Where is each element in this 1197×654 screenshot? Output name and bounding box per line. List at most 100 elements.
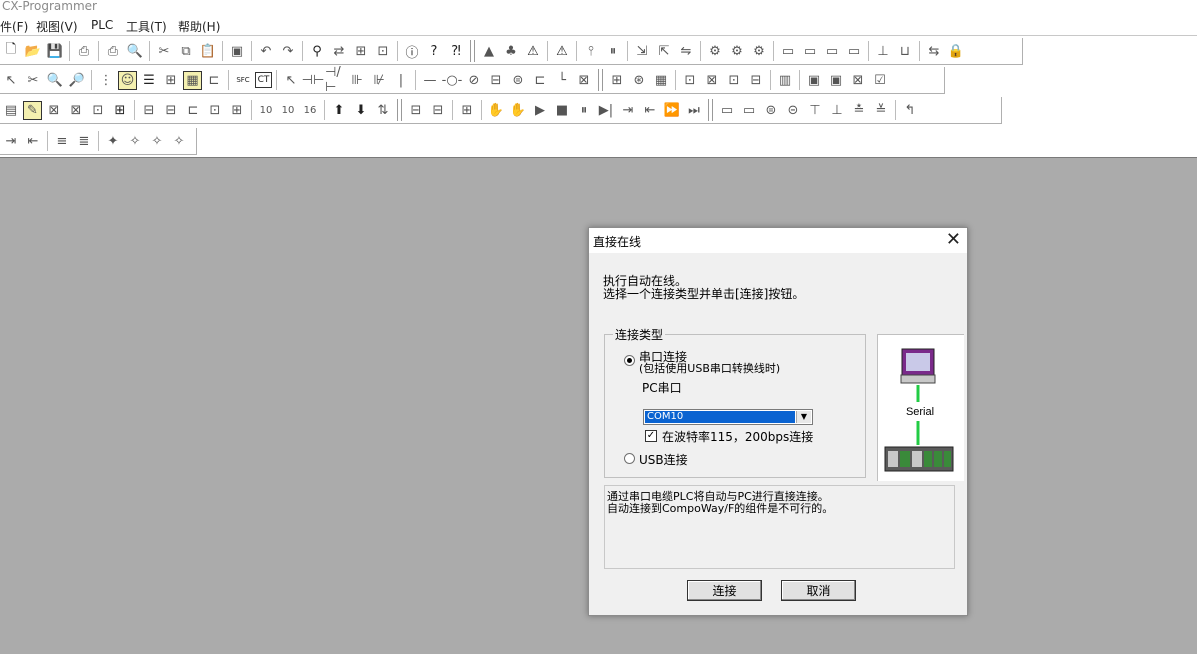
menu-tools[interactable]: 工具(T) bbox=[126, 18, 167, 35]
usb-connection-label[interactable]: USB连接 bbox=[639, 451, 688, 468]
cut-icon[interactable]: ✂ bbox=[154, 41, 174, 61]
outdent-icon[interactable]: ⇤ bbox=[23, 131, 43, 151]
paste-special-icon[interactable]: ▣ bbox=[227, 41, 247, 61]
toolbar-grip[interactable] bbox=[470, 40, 475, 62]
run-icon[interactable]: ▶ bbox=[530, 100, 550, 120]
zoom-out-icon[interactable]: 🔎 bbox=[67, 70, 87, 90]
sfc-icon[interactable]: SFC bbox=[233, 70, 253, 90]
properties-icon[interactable]: ⊞ bbox=[110, 100, 130, 120]
indent-icon[interactable]: ⇥ bbox=[1, 131, 21, 151]
compare-icon[interactable]: ⇋ bbox=[676, 41, 696, 61]
transfer-to-plc-icon[interactable]: ⇲ bbox=[632, 41, 652, 61]
instruction-icon[interactable]: ⊟ bbox=[486, 70, 506, 90]
step-in-icon[interactable]: ⇥ bbox=[618, 100, 638, 120]
help-icon[interactable]: ? bbox=[424, 41, 444, 61]
connect-button[interactable]: 连接 bbox=[687, 580, 762, 601]
delete-line-icon[interactable]: ⊠ bbox=[574, 70, 594, 90]
download-icon[interactable]: ⬇ bbox=[351, 100, 371, 120]
pc-port-dropdown[interactable]: COM10 ▼ bbox=[643, 409, 813, 425]
rung-annotation-icon[interactable]: ⊞ bbox=[161, 70, 181, 90]
bookmark-icon[interactable]: ⊏ bbox=[183, 100, 203, 120]
simulate-icon[interactable]: ♣ bbox=[501, 41, 521, 61]
auto-online-icon[interactable]: ⚠ bbox=[552, 41, 572, 61]
simulation-settings-icon[interactable]: ⊟ bbox=[428, 100, 448, 120]
distribute-icon[interactable]: ≚ bbox=[871, 100, 891, 120]
instruction-or-icon[interactable]: ⊜ bbox=[508, 70, 528, 90]
coil-icon[interactable]: -○- bbox=[442, 70, 463, 90]
pause-monitor-icon[interactable]: ⏸ bbox=[603, 41, 623, 61]
usb-connection-radio[interactable] bbox=[624, 453, 635, 464]
return-icon[interactable]: ↰ bbox=[900, 100, 920, 120]
clear-breakpoint-icon[interactable]: ▭ bbox=[739, 100, 759, 120]
program-icon[interactable]: ▤ bbox=[1, 100, 21, 120]
continuous-step-icon[interactable]: ⏩ bbox=[662, 100, 682, 120]
menu-plc[interactable]: PLC bbox=[91, 18, 113, 32]
memory-icon[interactable]: ▭ bbox=[844, 41, 864, 61]
cross-reference-icon[interactable]: ⊠ bbox=[702, 70, 722, 90]
save-icon[interactable]: 💾 bbox=[45, 41, 65, 61]
step-icon[interactable]: ▶| bbox=[596, 100, 616, 120]
next-bookmark-icon[interactable]: ✧ bbox=[125, 131, 145, 151]
print-icon[interactable]: ⎙ bbox=[103, 41, 123, 61]
copy-icon[interactable]: ⧉ bbox=[176, 41, 196, 61]
pause-icon[interactable]: ⏸ bbox=[574, 100, 594, 120]
force-off-icon[interactable]: ⚙ bbox=[727, 41, 747, 61]
io-comment-icon[interactable]: ⊟ bbox=[139, 100, 159, 120]
pt-icon[interactable]: ⊏ bbox=[530, 70, 550, 90]
contact-nc-icon[interactable]: ⊣/⊢ bbox=[325, 65, 345, 95]
hand-icon[interactable]: ✋ bbox=[486, 100, 506, 120]
hand-set-icon[interactable]: ✋ bbox=[508, 100, 528, 120]
st-icon[interactable]: ⊛ bbox=[629, 70, 649, 90]
chevron-down-icon[interactable]: ▼ bbox=[796, 411, 811, 423]
cancel-button[interactable]: 取消 bbox=[781, 580, 856, 601]
watch-window-icon[interactable]: ▭ bbox=[778, 41, 798, 61]
toolbar-grip[interactable] bbox=[598, 69, 603, 91]
vertical-line-icon[interactable]: | bbox=[391, 70, 411, 90]
replace-icon[interactable]: ⇄ bbox=[329, 41, 349, 61]
contact-or-icon[interactable]: ⊪ bbox=[347, 70, 367, 90]
function-block-icon[interactable]: ⊞ bbox=[607, 70, 627, 90]
menu-view[interactable]: 视图(V) bbox=[36, 18, 78, 35]
comments-icon[interactable]: ☺ bbox=[118, 70, 137, 90]
new-file-icon[interactable]: 🗋 bbox=[1, 41, 21, 61]
serial-connection-radio[interactable] bbox=[624, 355, 635, 366]
menu-file[interactable]: 件(F) bbox=[0, 18, 28, 35]
redo-icon[interactable]: ↷ bbox=[278, 41, 298, 61]
decimal-10-icon[interactable]: 10 bbox=[256, 100, 276, 120]
upload-icon[interactable]: ⬆ bbox=[329, 100, 349, 120]
prev-bookmark-icon[interactable]: ✧ bbox=[147, 131, 167, 151]
address-icon[interactable]: ⊡ bbox=[724, 70, 744, 90]
address-reference-icon[interactable]: ⊡ bbox=[373, 41, 393, 61]
table-icon[interactable]: ▦ bbox=[651, 70, 671, 90]
time-chart-icon[interactable]: ▭ bbox=[822, 41, 842, 61]
mnemonics-icon[interactable]: ⊏ bbox=[204, 70, 224, 90]
stop-icon[interactable]: ■ bbox=[552, 100, 572, 120]
zoom-fit-icon[interactable]: ✂ bbox=[23, 70, 43, 90]
output-window-icon[interactable]: ▥ bbox=[775, 70, 795, 90]
verify-icon[interactable]: ⇅ bbox=[373, 100, 393, 120]
uncomment-block-icon[interactable]: ≣ bbox=[74, 131, 94, 151]
project-window-icon[interactable]: ▣ bbox=[804, 70, 824, 90]
step-out-icon[interactable]: ⇤ bbox=[640, 100, 660, 120]
baud-rate-label[interactable]: 在波特率115，200bps连接 bbox=[662, 428, 813, 445]
preview-icon[interactable]: 🔍 bbox=[125, 41, 145, 61]
toggle-bookmark-icon[interactable]: ✦ bbox=[103, 131, 123, 151]
monitor-in-ladder-icon[interactable]: ▦ bbox=[183, 70, 202, 90]
grid-icon[interactable]: ⋮ bbox=[96, 70, 116, 90]
check-icon[interactable]: ☑ bbox=[870, 70, 890, 90]
new-line-icon[interactable]: └ bbox=[552, 70, 572, 90]
ct-icon[interactable]: CT bbox=[255, 72, 272, 88]
zoom-in-icon[interactable]: 🔍 bbox=[45, 70, 65, 90]
select-icon[interactable]: ↖ bbox=[1, 70, 21, 90]
cancel-online-edit-icon[interactable]: ⊔ bbox=[895, 41, 915, 61]
transfer-changes-icon[interactable]: ⇆ bbox=[924, 41, 944, 61]
dm-icon[interactable]: ⊡ bbox=[205, 100, 225, 120]
contact-or-nc-icon[interactable]: ⊮ bbox=[369, 70, 389, 90]
local-symbols-icon[interactable]: ⊠ bbox=[44, 100, 64, 120]
info-icon[interactable]: ⓘ bbox=[402, 41, 422, 61]
print-preview-icon[interactable]: ⎙ bbox=[74, 41, 94, 61]
symbol-icon[interactable]: ⊟ bbox=[746, 70, 766, 90]
set-breakpoint-icon[interactable]: ⊜ bbox=[761, 100, 781, 120]
transfer-from-plc-icon[interactable]: ⇱ bbox=[654, 41, 674, 61]
table-view-icon[interactable]: ⊞ bbox=[227, 100, 247, 120]
